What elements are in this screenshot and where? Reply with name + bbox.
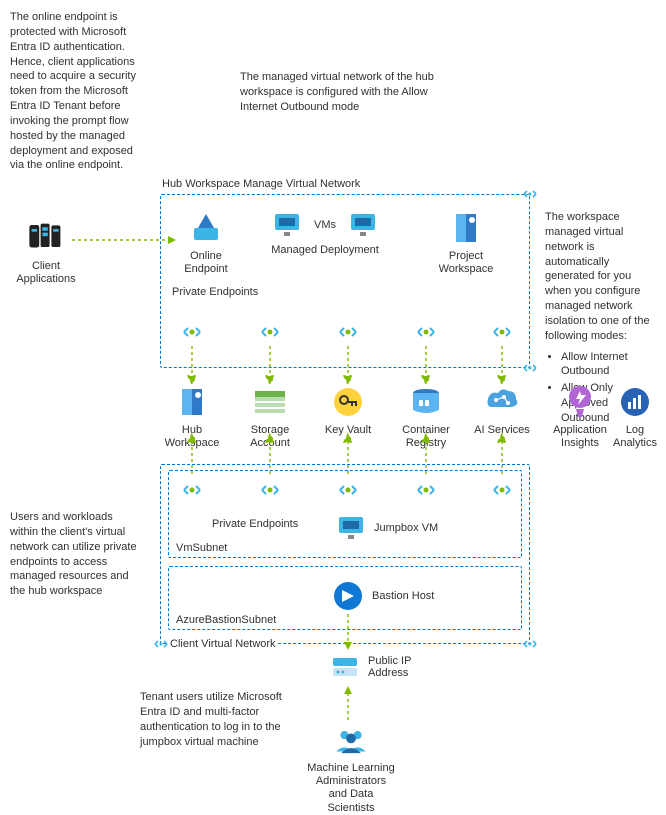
public-ip-icon [330,654,360,680]
servers-icon [28,220,64,256]
log-analytics-icon [617,384,653,420]
container-registry-icon [408,384,444,420]
public-ip: Public IP Address [330,654,428,680]
private-endpoint-icon [414,478,438,502]
vnet-icon [153,636,169,652]
bastion-subnet-label: AzureBastionSubnet [174,614,278,626]
vnet-icon [522,636,538,652]
note-left-mid: Users and workloads within the client's … [10,510,140,599]
arrow-client-to-endpoint [70,234,180,246]
bastion-icon [332,580,364,612]
ml-admins: Machine Learning Administrators and Data… [306,722,396,815]
client-apps-label: Client Applications [10,260,82,286]
note-bottom: Tenant users utilize Microsoft Entra ID … [140,690,300,749]
vm-icon [272,210,302,240]
project-workspace-label: Project Workspace [430,250,502,276]
vnet-icon [522,186,538,202]
note-right-text: The workspace managed virtual network is… [545,211,650,342]
vms-label: VMs [314,219,336,231]
vm-icon [348,210,378,240]
private-endpoint-icon [414,320,438,344]
vm-icon [336,514,366,542]
project-workspace: Project Workspace [430,210,502,276]
client-applications: Client Applications [10,220,82,286]
managed-deployment: VMs Managed Deployment [270,210,380,257]
private-endpoints-label-2: Private Endpoints [210,518,300,530]
private-endpoint-icon [180,478,204,502]
connector-users-pip [340,682,356,722]
private-endpoint-icon [336,478,360,502]
workspace-icon [174,384,210,420]
users-icon [333,722,369,758]
bullet-allow-internet: Allow Internet Outbound [561,350,655,380]
private-endpoint-icon [336,320,360,344]
key-vault-icon [330,384,366,420]
workspace-icon [448,210,484,246]
online-endpoint-label: Online Endpoint [170,250,242,276]
private-endpoint-icon [258,320,282,344]
public-ip-label: Public IP Address [368,655,428,679]
private-endpoint-icon [258,478,282,502]
ai-services-icon [484,384,520,420]
jumpbox-vm: Jumpbox VM [336,514,438,542]
jumpbox-label: Jumpbox VM [374,522,438,534]
connectors-pe-top [160,344,530,384]
client-vnet-box-label: Client Virtual Network [168,638,278,650]
application-insights: Application Insights [544,384,616,450]
storage-icon [252,384,288,420]
vmsubnet-label: VmSubnet [174,542,229,554]
private-endpoint-icon [490,320,514,344]
online-endpoint: Online Endpoint [170,210,242,276]
connector-bastion-pip [340,612,356,652]
private-endpoint-icon [490,478,514,502]
hub-vnet-label: Hub Workspace Manage Virtual Network [160,178,362,190]
bastion-host-label: Bastion Host [372,590,434,602]
app-insights-icon [562,384,598,420]
log-analytics: Log Analytics [610,384,660,450]
ml-admins-label: Machine Learning Administrators and Data… [306,762,396,815]
note-topleft: The online endpoint is protected with Mi… [10,10,150,173]
private-endpoints-label-1: Private Endpoints [170,286,260,298]
private-endpoint-icon [180,320,204,344]
bastion-host: Bastion Host [332,580,434,612]
note-topcenter: The managed virtual network of the hub w… [240,70,440,115]
diagram-canvas: The online endpoint is protected with Mi… [10,10,656,805]
managed-deployment-label: Managed Deployment [271,244,379,257]
online-endpoint-icon [188,210,224,246]
app-insights-label: Application Insights [544,424,616,450]
log-analytics-label: Log Analytics [610,424,660,450]
